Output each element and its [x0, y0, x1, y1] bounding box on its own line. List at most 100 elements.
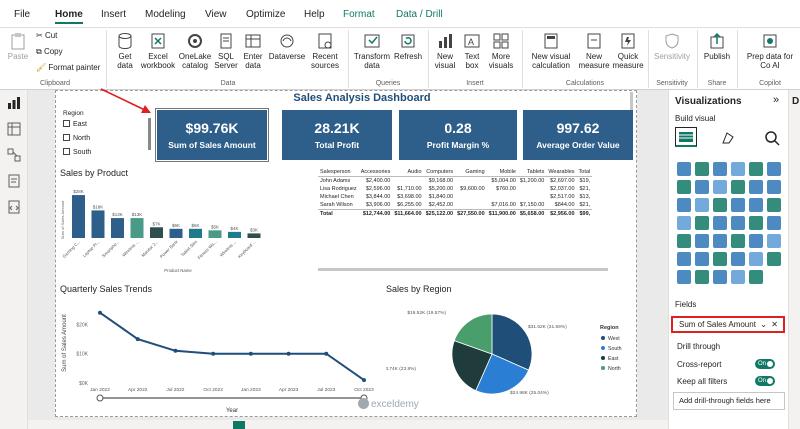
visual-type-icon[interactable] — [677, 252, 691, 266]
copy-button[interactable]: ⧉ Copy — [36, 47, 63, 56]
format-visual-icon[interactable] — [719, 129, 737, 147]
paste-button[interactable]: Paste — [6, 32, 30, 61]
region-slicer[interactable]: Region East North South — [63, 110, 91, 162]
visual-type-icon[interactable] — [713, 216, 727, 230]
table-row[interactable]: John Adams $2,400.00 $9,168.00 $5,004.00 $1,… — [318, 177, 592, 186]
field-well-sales-amount[interactable]: Sum of Sales Amount ⌄ ✕ — [671, 316, 785, 333]
visual-type-icon[interactable] — [713, 252, 727, 266]
recent-sources-button[interactable]: Recent sources — [308, 32, 342, 70]
visual-type-icon[interactable] — [749, 198, 763, 212]
sql-server-button[interactable]: SQL Server — [214, 32, 238, 70]
transform-data-button[interactable]: Transform data — [352, 32, 392, 70]
visual-type-icon[interactable] — [695, 270, 709, 284]
get-data-button[interactable]: Get data — [112, 32, 138, 70]
visual-type-icon[interactable] — [749, 162, 763, 176]
matrix-column-header[interactable]: Mobile — [486, 168, 518, 177]
quarterly-sales-chart[interactable]: Sum of Sales Amount $0K $10K $20K Jan 2022 Ap… — [58, 295, 378, 415]
visual-type-icon[interactable] — [749, 270, 763, 284]
dataverse-button[interactable]: Dataverse — [268, 32, 306, 61]
close-icon[interactable]: ✕ — [771, 318, 778, 331]
menu-tab-modeling[interactable]: Modeling — [145, 9, 186, 20]
sales-matrix[interactable]: Salesperson Accessories Audio Computers Gami… — [318, 168, 630, 266]
enter-data-button[interactable]: Enter data — [240, 32, 266, 70]
visual-type-icon[interactable] — [731, 234, 745, 248]
text-box-button[interactable]: A Text box — [460, 32, 484, 70]
visual-type-icon[interactable] — [677, 216, 691, 230]
keep-filters-toggle[interactable]: On — [755, 376, 775, 386]
visual-type-icon[interactable] — [731, 252, 745, 266]
kpi-card-profit[interactable]: 28.21K Total Profit — [282, 110, 392, 160]
visual-type-icon[interactable] — [731, 216, 745, 230]
excel-workbook-button[interactable]: Excel workbook — [140, 32, 176, 70]
visual-type-icon[interactable] — [749, 180, 763, 194]
matrix-column-header[interactable]: Salesperson — [318, 168, 359, 177]
menu-tab-data-drill[interactable]: Data / Drill — [396, 9, 443, 20]
menu-tab-insert[interactable]: Insert — [101, 9, 126, 20]
visual-type-icon[interactable] — [731, 162, 745, 176]
publish-button[interactable]: Publish — [702, 32, 732, 61]
visual-type-icon[interactable] — [677, 198, 691, 212]
visual-type-icon[interactable] — [677, 180, 691, 194]
slicer-scrollbar[interactable] — [148, 118, 151, 150]
visual-type-icon[interactable] — [695, 234, 709, 248]
visual-type-icon[interactable] — [731, 198, 745, 212]
analytics-icon[interactable] — [763, 129, 781, 147]
visual-type-icon[interactable] — [713, 198, 727, 212]
visual-type-icon[interactable] — [749, 216, 763, 230]
build-visual-tab[interactable] — [675, 127, 697, 147]
matrix-column-header[interactable]: Tablets — [517, 168, 547, 177]
drill-through-well[interactable]: Add drill-through fields here — [673, 392, 785, 410]
visual-type-icon[interactable] — [767, 180, 781, 194]
visual-type-icon[interactable] — [749, 234, 763, 248]
collapse-icon[interactable]: » — [773, 94, 779, 106]
cross-report-toggle[interactable]: On — [755, 359, 775, 369]
matrix-column-header[interactable]: Audio — [392, 168, 424, 177]
new-visual-calculation-button[interactable]: New visual calculation — [526, 32, 576, 70]
visual-type-icon[interactable] — [767, 198, 781, 212]
matrix-scrollbar[interactable] — [318, 268, 608, 271]
table-row[interactable]: Michael Chen $3,844.00 $3,698.00 $1,840.00 $… — [318, 193, 592, 201]
more-visuals-button[interactable]: More visuals — [486, 32, 516, 70]
report-view-icon[interactable] — [7, 96, 21, 110]
matrix-column-header[interactable]: Computers — [423, 168, 456, 177]
visual-type-icon[interactable] — [767, 216, 781, 230]
visual-type-icon[interactable] — [713, 270, 727, 284]
refresh-button[interactable]: Refresh — [394, 32, 422, 61]
table-row[interactable]: Sarah Wilson $3,906.00 $6,255.00 $2,452.00 $… — [318, 201, 592, 210]
visual-type-icon[interactable] — [695, 162, 709, 176]
visual-type-icon[interactable] — [677, 234, 691, 248]
table-row[interactable]: Total $12,744.00 $11,664.00 $25,122.00 $27,5… — [318, 209, 593, 218]
cut-button[interactable]: ✂ Cut — [36, 31, 57, 40]
model-view-icon[interactable] — [7, 148, 21, 162]
chevron-down-icon[interactable]: ⌄ — [760, 318, 767, 331]
matrix-column-header[interactable]: Wearables — [546, 168, 577, 177]
add-page-button[interactable] — [233, 421, 245, 429]
checkbox-icon[interactable] — [63, 148, 70, 155]
visual-type-icon[interactable] — [695, 198, 709, 212]
quick-measure-button[interactable]: Quick measure — [612, 32, 644, 70]
kpi-card-sales[interactable]: $99.76K Sum of Sales Amount — [155, 108, 269, 162]
visual-type-icon[interactable] — [767, 162, 781, 176]
kpi-card-aov[interactable]: 997.62 Average Order Value — [523, 110, 633, 160]
table-row[interactable]: Lisa Rodriguez $2,596.00 $1,710.00 $5,200.0… — [318, 185, 592, 193]
kpi-card-margin[interactable]: 0.28 Profit Margin % — [399, 110, 517, 160]
visual-type-icon[interactable] — [731, 180, 745, 194]
dax-query-icon[interactable] — [7, 174, 21, 188]
matrix-column-header[interactable]: Gaming — [455, 168, 487, 177]
visual-type-icon[interactable] — [713, 162, 727, 176]
sales-by-product-chart[interactable]: Sum of Sales Amount $28K Gaming C... $18K La… — [58, 180, 298, 275]
visual-type-icon[interactable] — [677, 162, 691, 176]
visual-type-icon[interactable] — [695, 180, 709, 194]
menu-tab-file[interactable]: File — [14, 9, 30, 20]
new-measure-button[interactable]: New measure — [578, 32, 610, 70]
menu-tab-home[interactable]: Home — [55, 9, 83, 24]
canvas-scrollbar[interactable] — [630, 92, 633, 110]
menu-tab-view[interactable]: View — [205, 9, 227, 20]
visual-type-icon[interactable] — [713, 234, 727, 248]
visual-type-icon[interactable] — [767, 252, 781, 266]
visual-type-icon[interactable] — [731, 270, 745, 284]
matrix-column-header[interactable]: Total — [576, 168, 593, 177]
matrix-column-header[interactable]: Accessories — [358, 168, 393, 177]
checkbox-icon[interactable] — [63, 134, 70, 141]
visual-type-icon[interactable] — [677, 270, 691, 284]
